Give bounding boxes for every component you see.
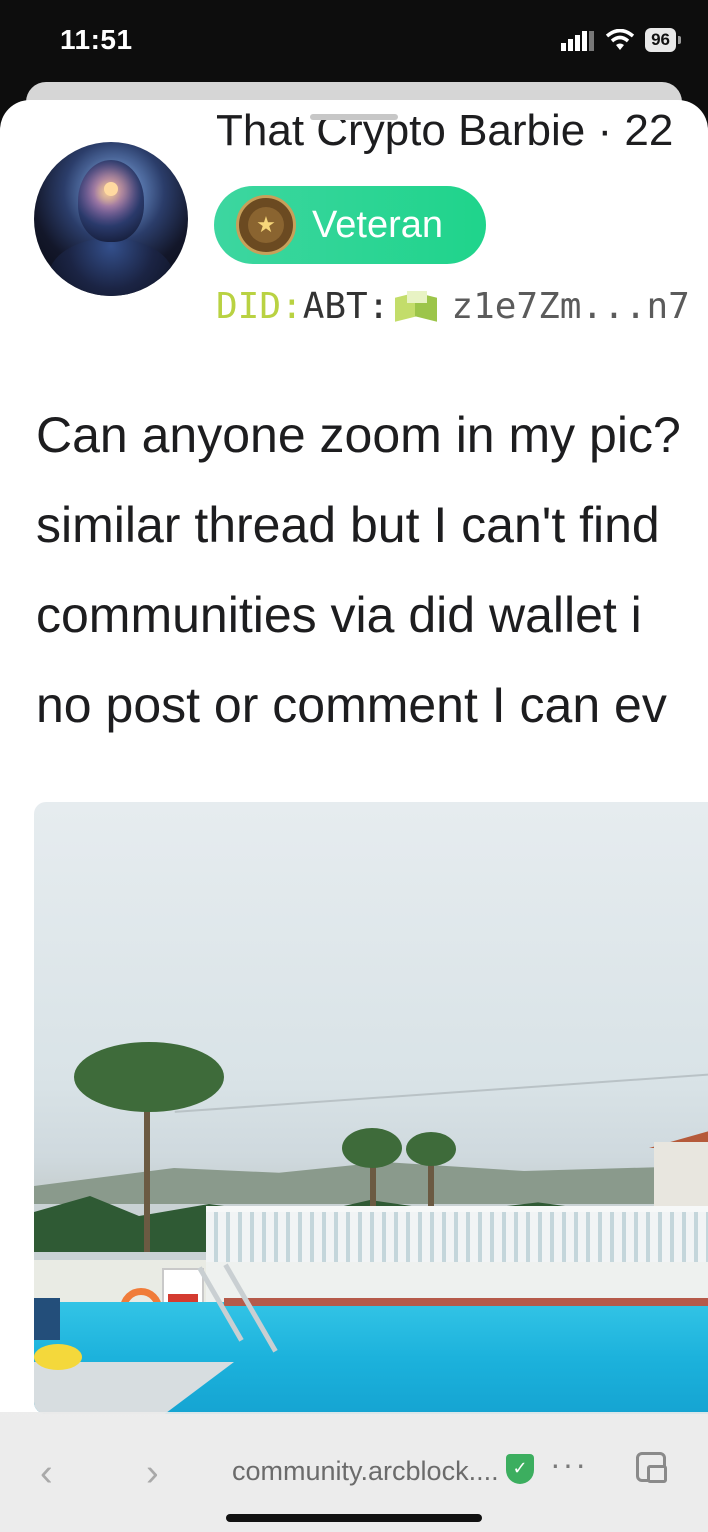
did-address-value: z1e7Zm...n7 <box>451 286 690 327</box>
badge-label: Veteran <box>312 203 443 246</box>
medal-icon: ★ <box>236 195 296 255</box>
url-field[interactable]: community.arcblock.... <box>232 1456 499 1487</box>
post-sheet[interactable]: That Crypto Barbie · 22 ★ Veteran DID: A… <box>0 100 708 1532</box>
forward-button[interactable]: › <box>146 1452 159 1495</box>
wifi-icon <box>605 29 635 50</box>
signal-icon <box>561 31 595 51</box>
post-image[interactable] <box>34 802 708 1414</box>
battery-icon: 96 <box>645 28 681 52</box>
back-button[interactable]: ‹ <box>40 1452 53 1495</box>
expand-icon[interactable] <box>636 1452 667 1483</box>
did-address[interactable]: DID: ABT: z1e7Zm...n7 <box>216 286 690 327</box>
avatar[interactable] <box>34 142 188 296</box>
home-indicator[interactable] <box>226 1514 482 1522</box>
post-body-line: similar thread but I can't find <box>36 497 660 553</box>
status-icons: 96 <box>561 28 681 52</box>
did-avatar-icon <box>395 290 439 323</box>
post-body: Can anyone zoom in my pic? similar threa… <box>36 390 708 750</box>
veteran-badge: ★ Veteran <box>214 186 486 264</box>
status-bar: 11:51 96 <box>0 0 708 84</box>
more-button[interactable]: ··· <box>550 1446 588 1483</box>
status-time: 11:51 <box>60 24 133 55</box>
secure-shield-icon: ✓ <box>506 1454 534 1484</box>
did-abt: ABT: <box>302 286 390 327</box>
post-body-line: Can anyone zoom in my pic? <box>36 407 681 463</box>
post-body-line: communities via did wallet i <box>36 587 642 643</box>
sheet-grabber[interactable] <box>310 114 398 120</box>
did-prefix: DID: <box>216 286 303 327</box>
author-name[interactable]: That Crypto Barbie · 22 <box>216 106 673 156</box>
post-body-line: no post or comment I can ev <box>36 677 667 733</box>
